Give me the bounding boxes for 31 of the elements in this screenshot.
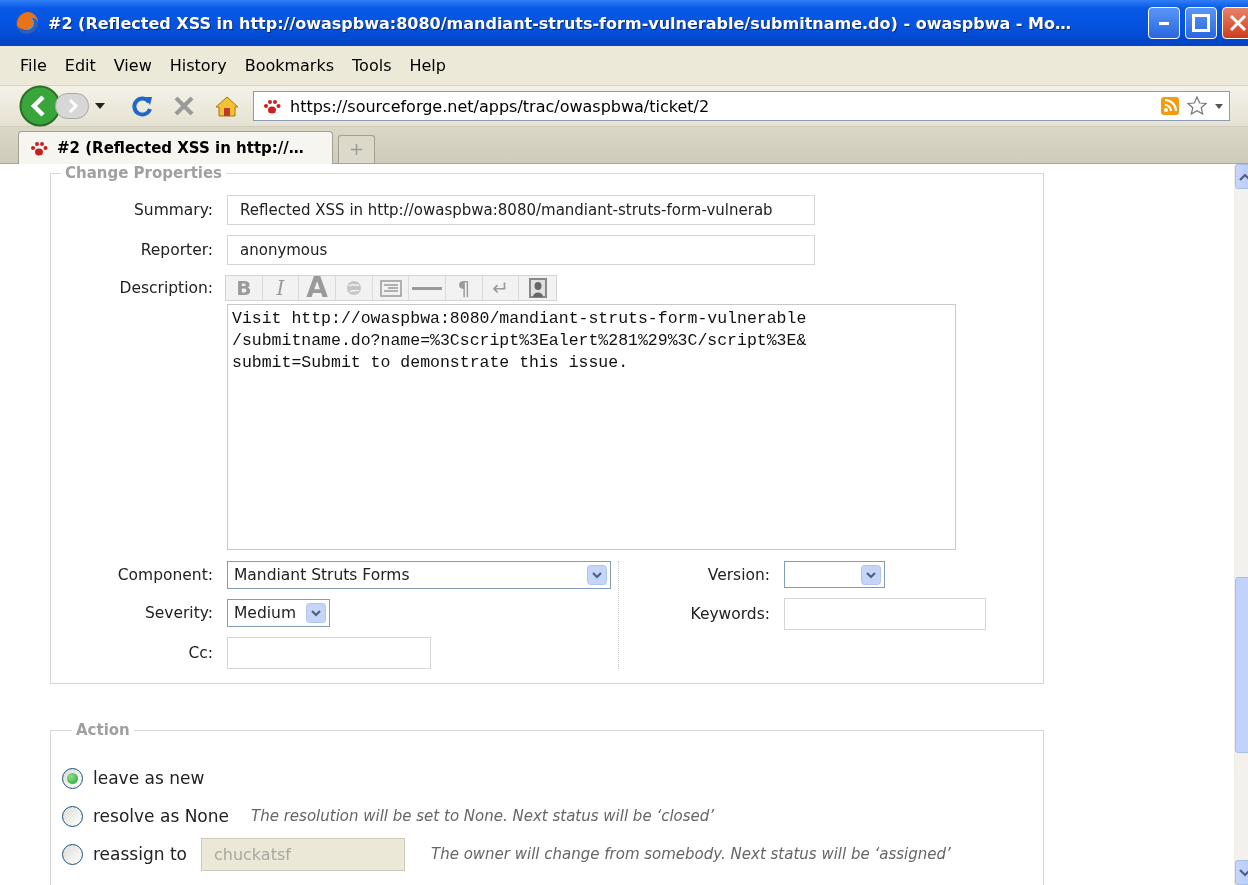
field-label: Summary: bbox=[133, 201, 213, 219]
hint-text: The owner will change from somebody. Next status will be ‘assigned’ bbox=[430, 845, 951, 863]
field-label: Component: bbox=[116, 566, 213, 584]
description-field[interactable]: Visit http://owaspbwa:8080/mandiant-struts-form-vulnerable /submitname.do?name=%3Cscript%3Ealert%281%29%3C/script%3E& submit=Submit to demonstrate this issue. bbox=[227, 304, 956, 550]
reporter-field[interactable]: anonymous bbox=[227, 235, 815, 265]
field-label: Reporter: bbox=[139, 241, 213, 259]
severity-select[interactable]: Medium bbox=[227, 599, 330, 627]
field-label: Description: bbox=[118, 278, 213, 297]
menu-item[interactable]: Bookmarks bbox=[235, 56, 344, 75]
section-legend: Change Properties bbox=[61, 164, 227, 182]
menu-item[interactable]: History bbox=[160, 56, 236, 75]
component-select[interactable]: Mandiant Struts Forms bbox=[227, 561, 611, 589]
address-field[interactable]: https://sourceforge.net/apps/trac/owaspbwa/ticket/2 bbox=[253, 91, 1230, 121]
browser-tab[interactable]: #2 (Reflected XSS in http://… bbox=[18, 131, 333, 164]
summary-field[interactable]: Reflected XSS in http://owaspbwa:8080/mandiant-struts-form-vulnerab bbox=[227, 195, 815, 225]
radio-label[interactable]: reassign to bbox=[93, 844, 187, 864]
url-text: https://sourceforge.net/apps/trac/owaspbwa/ticket/2 bbox=[290, 96, 711, 116]
field-label: Cc: bbox=[187, 644, 213, 662]
field-label: Severity: bbox=[143, 604, 213, 622]
menu-item[interactable]: Tools bbox=[343, 56, 401, 75]
field-label: Version: bbox=[706, 565, 770, 584]
menu-item[interactable]: Edit bbox=[55, 56, 105, 75]
section-legend: Action bbox=[72, 721, 134, 739]
menu-item[interactable]: Help bbox=[400, 56, 455, 75]
radio-label[interactable]: resolve as None bbox=[93, 806, 229, 826]
menu-item[interactable]: View bbox=[104, 56, 161, 75]
radio-label[interactable]: leave as new bbox=[93, 768, 205, 788]
hint-text: The resolution will be set to None. Next status will be ‘closed’ bbox=[251, 807, 715, 825]
field-label: Keywords: bbox=[689, 605, 770, 623]
menu-item[interactable]: File bbox=[11, 56, 56, 75]
window-title: #2 (Reflected XSS in http://owaspbwa:8080/mandiant-struts-form-vulnerable/submitname.do) - owaspbwa - Mo… bbox=[48, 13, 1072, 33]
